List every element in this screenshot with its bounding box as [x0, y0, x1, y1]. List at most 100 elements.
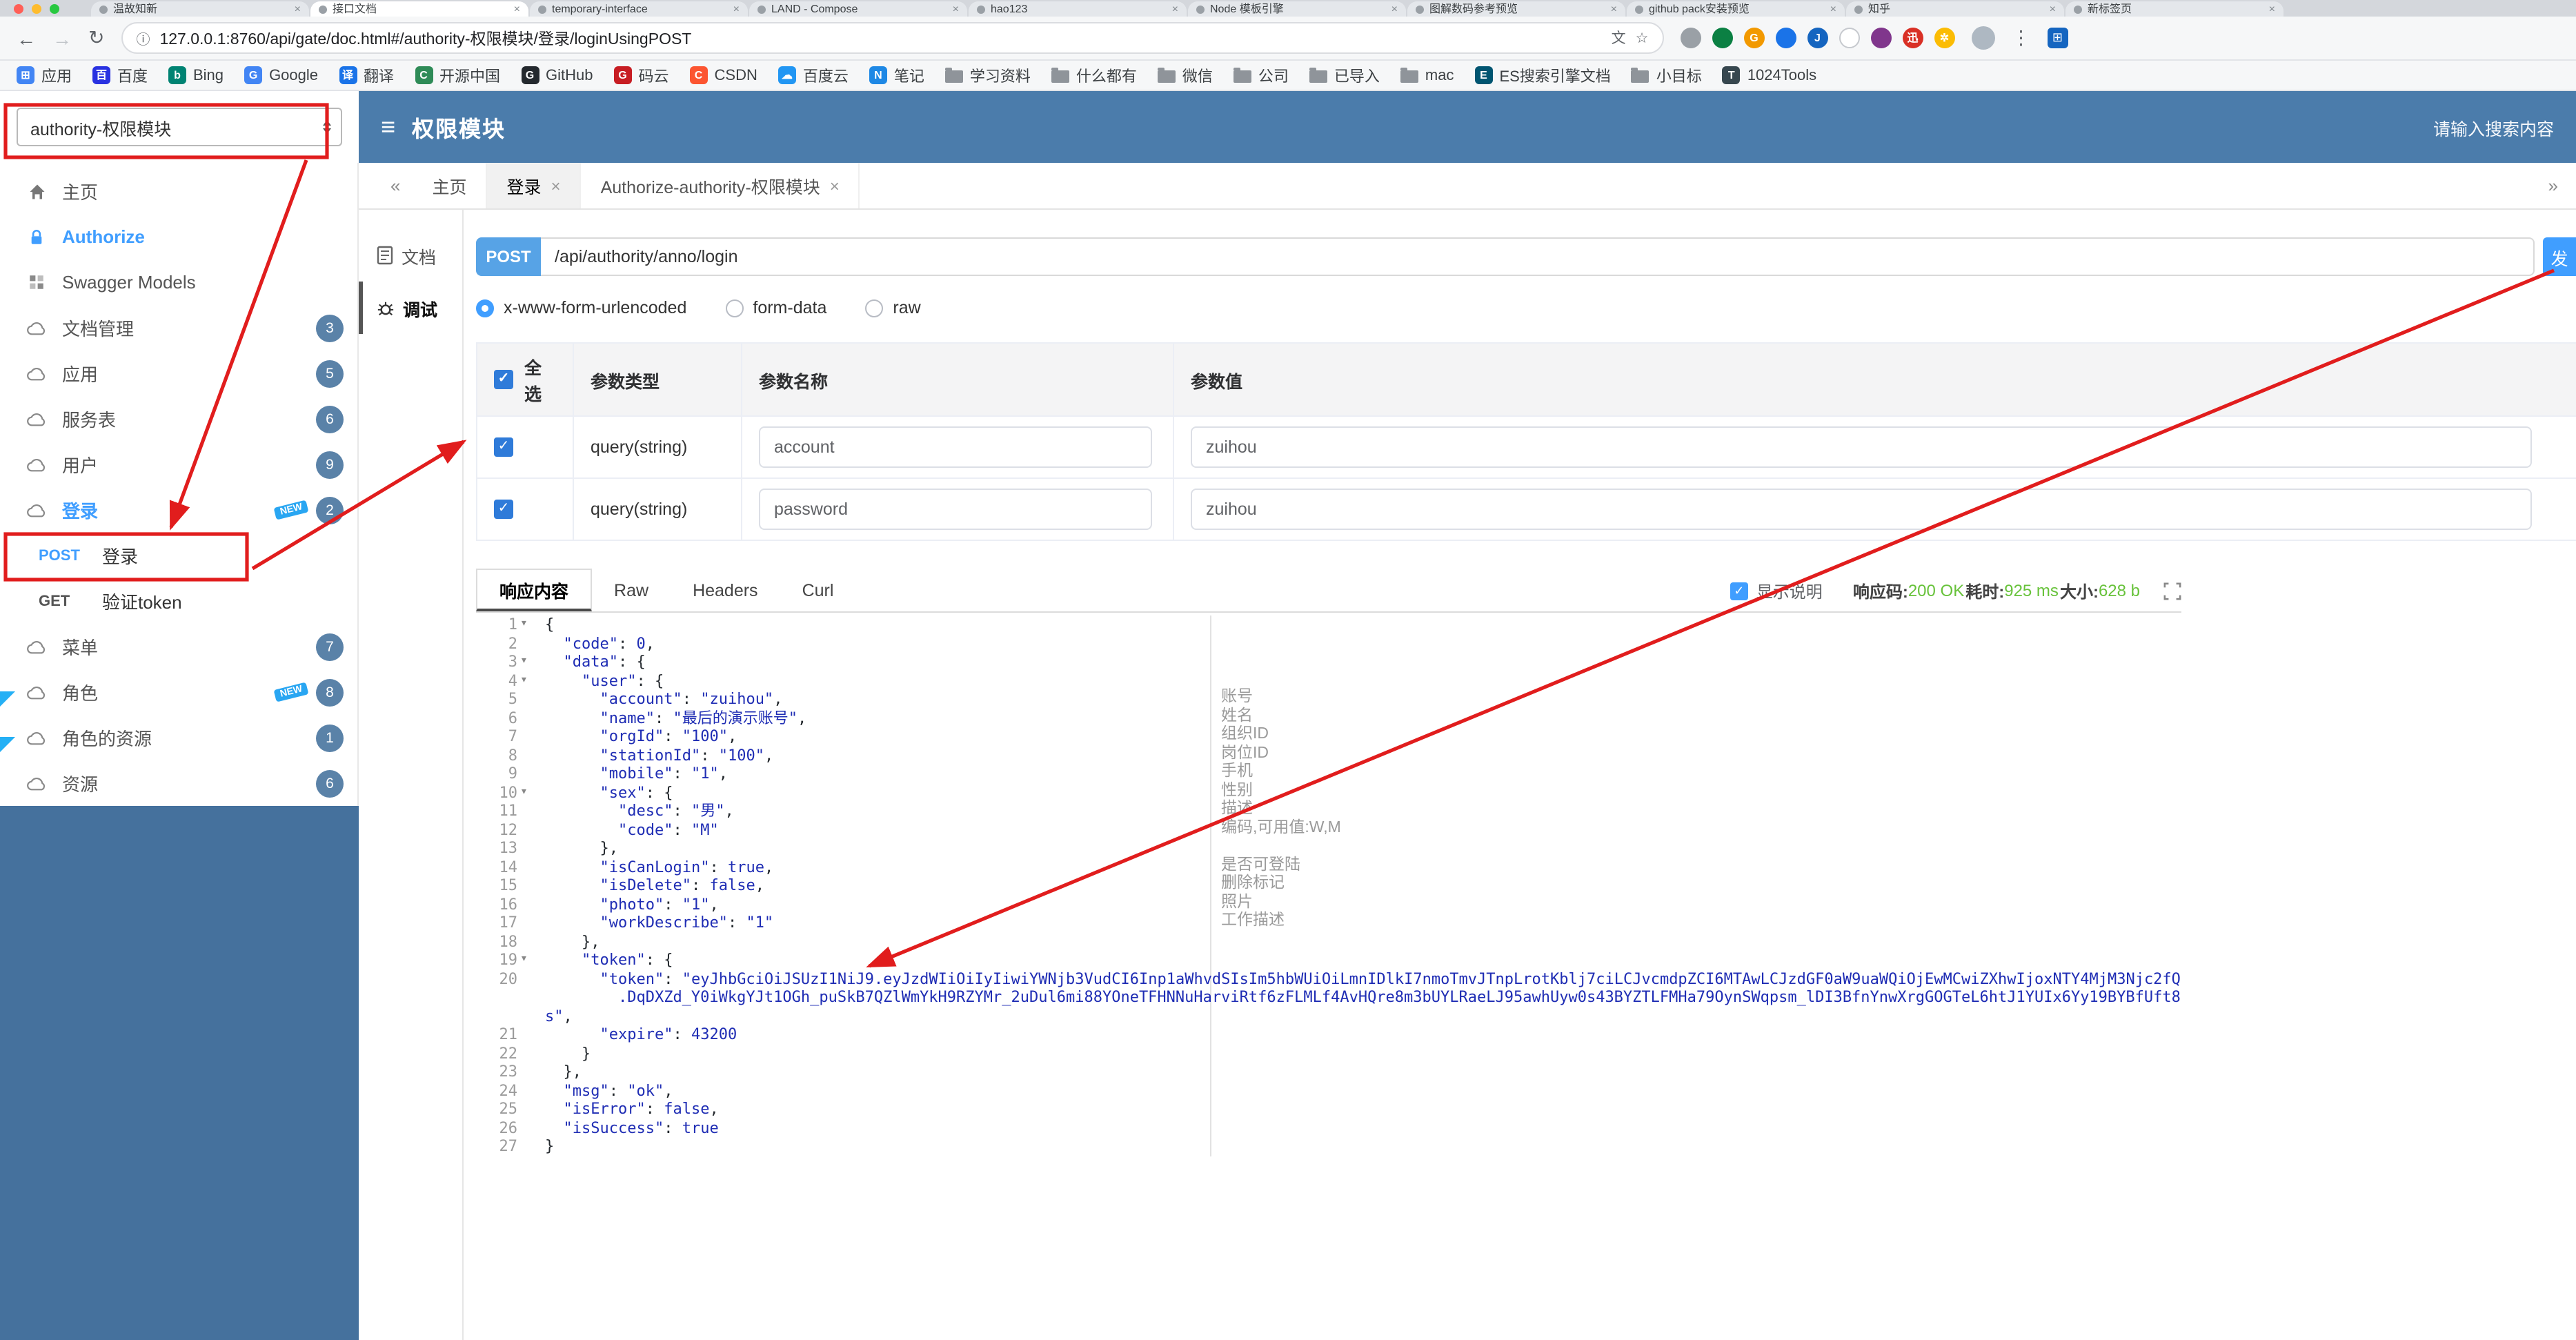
bookmark-item[interactable]: 小目标: [1631, 64, 1702, 86]
response-tab-响应内容[interactable]: 响应内容: [476, 569, 593, 611]
gutter-cell[interactable]: 24: [476, 1081, 537, 1100]
sidebar-item-服务表[interactable]: 服务表 6: [0, 396, 357, 442]
gutter-cell[interactable]: 14: [476, 858, 537, 876]
browser-tab[interactable]: temporary-interface ×: [530, 1, 748, 17]
scroll-tabs-left-icon[interactable]: «: [378, 175, 413, 196]
forward-icon[interactable]: →: [52, 27, 72, 49]
minimize-window-icon[interactable]: [32, 4, 41, 14]
gutter-cell[interactable]: 27: [476, 1137, 537, 1156]
tab-close-icon[interactable]: ×: [2269, 3, 2275, 15]
extension-icon[interactable]: G: [1743, 28, 1765, 48]
extension-icon[interactable]: [1680, 28, 1701, 48]
tab-close-icon[interactable]: ×: [1391, 3, 1398, 15]
gutter-cell[interactable]: 2: [476, 634, 537, 653]
url-text[interactable]: 127.0.0.1:8760/api/gate/doc.html#/author…: [159, 27, 1601, 49]
gutter-cell[interactable]: 8: [476, 746, 537, 765]
bookmark-item[interactable]: G GitHub: [521, 66, 593, 84]
apps-shortcut-icon[interactable]: ⊞: [2047, 28, 2068, 48]
bookmark-item[interactable]: 微信: [1157, 64, 1213, 86]
browser-tab[interactable]: LAND - Compose ×: [749, 1, 967, 17]
gutter-cell[interactable]: 6: [476, 709, 537, 727]
gutter-cell[interactable]: 13: [476, 839, 537, 858]
sidebar-item-Swagger Models[interactable]: Swagger Models: [0, 259, 357, 305]
close-tab-icon[interactable]: ×: [551, 176, 561, 195]
browser-menu-icon[interactable]: ⋮: [2011, 26, 2030, 50]
tab-close-icon[interactable]: ×: [295, 3, 301, 15]
param-name-input[interactable]: password: [759, 489, 1152, 530]
gutter-cell[interactable]: 19 ▾: [476, 951, 537, 969]
gutter-cell[interactable]: 3 ▾: [476, 653, 537, 671]
gutter-cell[interactable]: 4 ▾: [476, 671, 537, 690]
extension-icon[interactable]: [1839, 28, 1860, 48]
bookmark-item[interactable]: E ES搜索引擎文档: [1474, 64, 1611, 86]
zoom-window-icon[interactable]: [50, 4, 59, 14]
request-url-input[interactable]: /api/authority/anno/login: [541, 237, 2535, 276]
sidebar-item-应用[interactable]: 应用 5: [0, 351, 357, 396]
param-value-input[interactable]: zuihou: [1191, 489, 2533, 530]
extension-icon[interactable]: [1775, 28, 1796, 48]
extension-icon[interactable]: 迅: [1902, 28, 1923, 48]
bookmark-item[interactable]: C CSDN: [689, 66, 757, 84]
bookmark-item[interactable]: C 开源中国: [415, 64, 500, 86]
gutter-cell[interactable]: 25: [476, 1100, 537, 1119]
browser-tab[interactable]: github pack安装预览 ×: [1627, 1, 1845, 17]
gutter-cell[interactable]: 11: [476, 802, 537, 820]
back-icon[interactable]: ←: [17, 27, 36, 49]
extension-icon[interactable]: ✲: [1934, 28, 1955, 48]
extension-icon[interactable]: [1712, 28, 1733, 48]
content-type-radio-raw[interactable]: raw: [865, 298, 921, 317]
param-value-input[interactable]: zuihou: [1191, 426, 2533, 468]
fold-toggle-icon[interactable]: ▾: [517, 783, 537, 802]
sidebar-op-post-登录[interactable]: POST 登录: [0, 533, 357, 578]
window-controls[interactable]: [14, 4, 59, 14]
close-window-icon[interactable]: [14, 4, 23, 14]
sidebar-item-角色的资源[interactable]: 角色的资源 1: [0, 715, 357, 760]
bookmark-item[interactable]: 公司: [1233, 64, 1289, 86]
fold-toggle-icon[interactable]: ▾: [517, 951, 537, 969]
gutter-cell[interactable]: 5: [476, 690, 537, 709]
gutter-cell[interactable]: 16: [476, 895, 537, 914]
tab-close-icon[interactable]: ×: [733, 3, 740, 15]
address-bar[interactable]: ⓘ 127.0.0.1:8760/api/gate/doc.html#/auth…: [121, 22, 1664, 54]
bookmark-item[interactable]: b Bing: [168, 66, 224, 84]
sidebar-item-菜单[interactable]: 菜单 7: [0, 624, 357, 669]
sidebar-item-Authorize[interactable]: Authorize: [0, 214, 357, 259]
gutter-cell[interactable]: 9: [476, 765, 537, 783]
bookmark-item[interactable]: ⊞ 应用: [17, 64, 72, 86]
gutter-cell[interactable]: 22: [476, 1044, 537, 1063]
content-type-radio-form-data[interactable]: form-data: [725, 298, 826, 317]
browser-tab[interactable]: 接口文档 ×: [310, 1, 528, 17]
tab-close-icon[interactable]: ×: [1611, 3, 1617, 15]
response-tab-Raw[interactable]: Raw: [592, 569, 671, 611]
response-editor[interactable]: 1 ▾{2 "code": 0, 3 ▾ "data": {4 ▾ "user": {5…: [476, 615, 2181, 1156]
fullscreen-icon[interactable]: [2163, 582, 2181, 600]
tab-close-icon[interactable]: ×: [2050, 3, 2056, 15]
gutter-cell[interactable]: 20: [476, 969, 537, 1025]
response-tab-Headers[interactable]: Headers: [671, 569, 780, 611]
response-tab-Curl[interactable]: Curl: [780, 569, 856, 611]
select-all-checkbox[interactable]: ✓: [494, 370, 513, 389]
bookmark-item[interactable]: G Google: [244, 66, 318, 84]
show-desc-checkbox[interactable]: ✓: [1730, 582, 1748, 600]
fold-toggle-icon[interactable]: ▾: [517, 615, 537, 634]
scroll-tabs-right-icon[interactable]: »: [2536, 175, 2570, 196]
site-info-icon[interactable]: ⓘ: [136, 28, 150, 48]
sidebar-item-文档管理[interactable]: 文档管理 3: [0, 305, 357, 351]
bookmark-item[interactable]: G 码云: [613, 64, 669, 86]
browser-tab[interactable]: hao123 ×: [969, 1, 1187, 17]
header-search-input[interactable]: 请输入搜索内容: [2433, 114, 2554, 140]
close-tab-icon[interactable]: ×: [830, 176, 840, 195]
api-group-select[interactable]: authority-权限模块: [17, 108, 342, 146]
doc-tab-Authorize-authority-权限模块[interactable]: Authorize-authority-权限模块 ×: [582, 163, 860, 208]
doc-view-item[interactable]: 文档: [359, 229, 462, 282]
row-checkbox[interactable]: ✓: [494, 500, 513, 519]
bookmark-item[interactable]: T 1024Tools: [1722, 66, 1816, 84]
row-checkbox[interactable]: ✓: [494, 437, 513, 457]
gutter-cell[interactable]: 18: [476, 932, 537, 951]
tab-close-icon[interactable]: ×: [1830, 3, 1836, 15]
doc-tab-主页[interactable]: 主页: [413, 163, 488, 208]
sidebar-item-用户[interactable]: 用户 9: [0, 442, 357, 487]
browser-tab[interactable]: Node 模板引擎 ×: [1188, 1, 1406, 17]
sidebar-op-get-验证token[interactable]: GET 验证token: [0, 578, 357, 624]
translate-icon[interactable]: 文: [1612, 28, 1626, 48]
